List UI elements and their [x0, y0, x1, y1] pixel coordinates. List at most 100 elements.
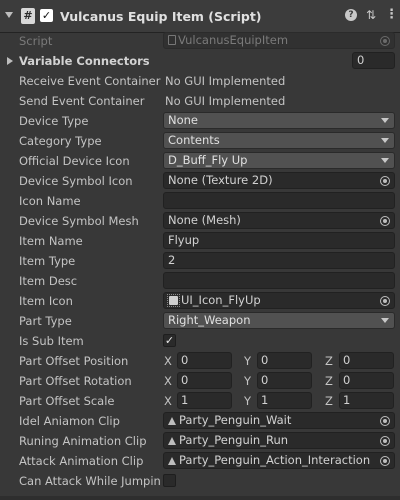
official-device-icon-value: D_Buff_Fly Up [168, 153, 248, 167]
position-x-input[interactable]: 0 [177, 352, 232, 369]
device-type-dropdown[interactable]: None [163, 112, 395, 129]
scale-x-input[interactable]: 1 [177, 392, 232, 409]
category-type-row: Category Type Contents [0, 131, 400, 151]
is-sub-item-checkbox[interactable]: ✓ [163, 334, 176, 347]
presets-icon[interactable]: ⇅ [365, 8, 377, 22]
x-axis-label[interactable]: X [164, 374, 172, 388]
receive-event-value: No GUI Implemented [165, 74, 286, 88]
send-event-label: Send Event Container [19, 94, 145, 108]
object-picker-icon[interactable] [380, 456, 390, 466]
device-symbol-icon-row: Device Symbol Icon None (Texture 2D) [0, 171, 400, 191]
dropdown-arrow-icon [381, 158, 389, 163]
device-symbol-mesh-label: Device Symbol Mesh [19, 214, 139, 228]
run-clip-field[interactable]: Party_Penguin_Run [163, 432, 395, 449]
position-z-input[interactable]: 0 [339, 352, 394, 369]
item-desc-input[interactable] [163, 272, 395, 289]
device-type-label: Device Type [19, 114, 89, 128]
script-field[interactable]: VulcanusEquipItem [163, 32, 395, 49]
object-picker-icon[interactable] [380, 216, 390, 226]
part-offset-rotation-row: Part Offset Rotation X 0 Y 0 Z 0 [0, 371, 400, 391]
is-sub-item-row: Is Sub Item ✓ [0, 331, 400, 351]
part-offset-position-label: Part Offset Position [19, 354, 129, 368]
component-title: Vulcanus Equip Item (Script) [60, 9, 262, 24]
can-attack-jumping-checkbox[interactable] [163, 474, 176, 487]
official-device-icon-label: Official Device Icon [19, 154, 130, 168]
script-label: Script [19, 34, 53, 48]
position-y-input[interactable]: 0 [257, 352, 312, 369]
dropdown-arrow-icon [381, 138, 389, 143]
y-axis-label[interactable]: Y [244, 394, 251, 408]
item-icon-field[interactable]: UI_Icon_FlyUp [163, 292, 395, 309]
attack-clip-label: Attack Animation Clip [19, 454, 144, 468]
sprite-icon [167, 294, 180, 307]
item-type-label: Item Type [19, 254, 76, 268]
collapse-arrow-icon[interactable] [5, 12, 13, 18]
help-icon[interactable]: ? [345, 9, 357, 21]
can-attack-jumping-row: Can Attack While Jumpin [0, 471, 400, 491]
item-name-input[interactable]: Flyup [163, 232, 395, 249]
item-icon-row: Item Icon UI_Icon_FlyUp [0, 291, 400, 311]
category-type-value: Contents [168, 133, 220, 147]
x-axis-label[interactable]: X [164, 394, 172, 408]
run-clip-value: Party_Penguin_Run [179, 433, 289, 447]
part-offset-position-row: Part Offset Position X 0 Y 0 Z 0 [0, 351, 400, 371]
device-symbol-mesh-value: None (Mesh) [168, 213, 241, 227]
part-type-dropdown[interactable]: Right_Weapon [163, 312, 395, 329]
scale-z-input[interactable]: 1 [339, 392, 394, 409]
device-type-value: None [168, 113, 199, 127]
component-enabled-checkbox[interactable]: ✓ [40, 9, 53, 22]
part-offset-scale-label: Part Offset Scale [19, 394, 115, 408]
send-event-value: No GUI Implemented [165, 94, 286, 108]
receive-event-label: Receive Event Container [19, 74, 161, 88]
rotation-z-input[interactable]: 0 [339, 372, 394, 389]
y-axis-label[interactable]: Y [244, 354, 251, 368]
scale-y-input[interactable]: 1 [257, 392, 312, 409]
device-symbol-icon-value: None (Texture 2D) [168, 173, 273, 187]
icon-name-row: Icon Name [0, 191, 400, 211]
object-picker-icon[interactable] [380, 176, 390, 186]
item-icon-value: UI_Icon_FlyUp [181, 293, 261, 307]
script-icon: # [21, 8, 35, 24]
variable-connectors-label[interactable]: Variable Connectors [19, 54, 161, 68]
dropdown-arrow-icon [381, 318, 389, 323]
idle-clip-field[interactable]: Party_Penguin_Wait [163, 412, 395, 429]
z-axis-label[interactable]: Z [325, 374, 333, 388]
receive-event-row: Receive Event Container No GUI Implement… [0, 71, 400, 91]
icon-name-input[interactable] [163, 192, 395, 209]
z-axis-label[interactable]: Z [325, 354, 333, 368]
object-picker-icon[interactable] [380, 36, 390, 46]
idle-clip-value: Party_Penguin_Wait [179, 413, 292, 427]
y-axis-label[interactable]: Y [244, 374, 251, 388]
object-picker-icon[interactable] [380, 296, 390, 306]
device-symbol-mesh-row: Device Symbol Mesh None (Mesh) [0, 211, 400, 231]
item-desc-label: Item Desc [19, 274, 78, 288]
part-offset-rotation-label: Part Offset Rotation [19, 374, 132, 388]
variable-connectors-row[interactable]: Variable Connectors 0 [0, 51, 400, 71]
animation-clip-icon [168, 437, 176, 445]
item-icon-label: Item Icon [19, 294, 73, 308]
context-menu-icon[interactable]: ⋮ [385, 7, 398, 23]
object-picker-icon[interactable] [380, 436, 390, 446]
device-symbol-icon-field[interactable]: None (Texture 2D) [163, 172, 395, 189]
category-type-dropdown[interactable]: Contents [163, 132, 395, 149]
component-header[interactable]: # ✓ Vulcanus Equip Item (Script) ? ⇅ ⋮ [0, 0, 400, 33]
script-row: Script VulcanusEquipItem [0, 31, 400, 51]
official-device-icon-dropdown[interactable]: D_Buff_Fly Up [163, 152, 395, 169]
rotation-y-input[interactable]: 0 [257, 372, 312, 389]
object-picker-icon[interactable] [380, 416, 390, 426]
device-symbol-mesh-field[interactable]: None (Mesh) [163, 212, 395, 229]
run-clip-label: Runing Animation Clip [19, 434, 147, 448]
z-axis-label[interactable]: Z [325, 394, 333, 408]
script-file-icon [168, 35, 176, 45]
item-type-input[interactable]: 2 [163, 252, 395, 269]
part-offset-scale-row: Part Offset Scale X 1 Y 1 Z 1 [0, 391, 400, 411]
attack-clip-field[interactable]: Party_Penguin_Action_Interaction [163, 452, 395, 469]
part-type-value: Right_Weapon [168, 313, 251, 327]
foldout-arrow-icon[interactable] [7, 57, 13, 65]
device-symbol-icon-label: Device Symbol Icon [19, 174, 133, 188]
item-type-row: Item Type 2 [0, 251, 400, 271]
variable-connectors-size-field[interactable]: 0 [352, 52, 395, 69]
idle-clip-label: Idel Aniamon Clip [19, 414, 120, 428]
x-axis-label[interactable]: X [164, 354, 172, 368]
rotation-x-input[interactable]: 0 [177, 372, 232, 389]
